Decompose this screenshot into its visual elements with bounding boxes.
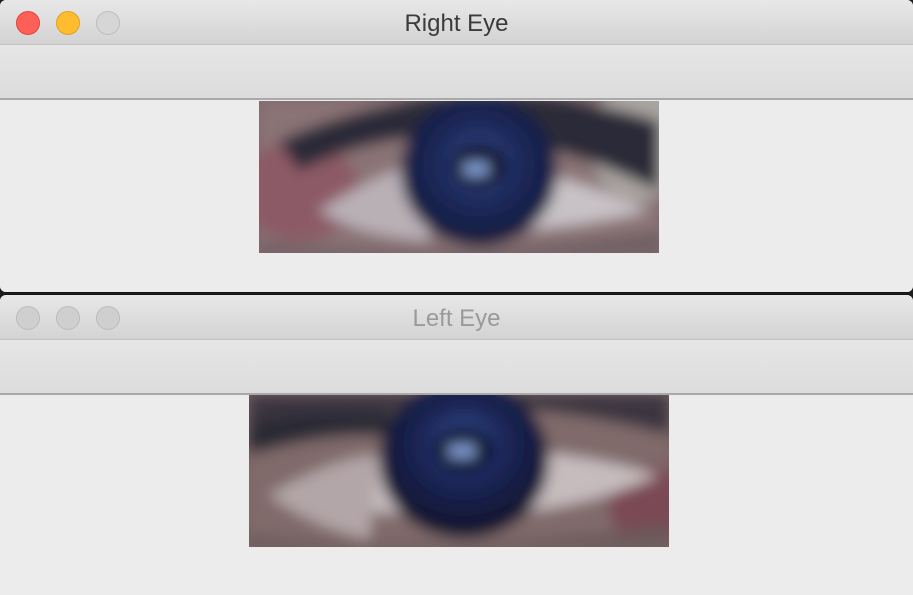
right-eye-window: Right Eye (0, 0, 913, 292)
window-title: Right Eye (404, 10, 509, 37)
toolbar (0, 45, 913, 100)
window-title: Left Eye (412, 305, 501, 332)
window-content (0, 100, 913, 292)
right-eye-image (259, 101, 659, 253)
left-eye-window: Left Eye (0, 295, 913, 595)
toolbar (0, 340, 913, 395)
title-bar[interactable]: Right Eye (0, 0, 913, 45)
left-eye-image (249, 395, 669, 547)
title-bar[interactable]: Left Eye (0, 295, 913, 340)
window-content (0, 395, 913, 595)
